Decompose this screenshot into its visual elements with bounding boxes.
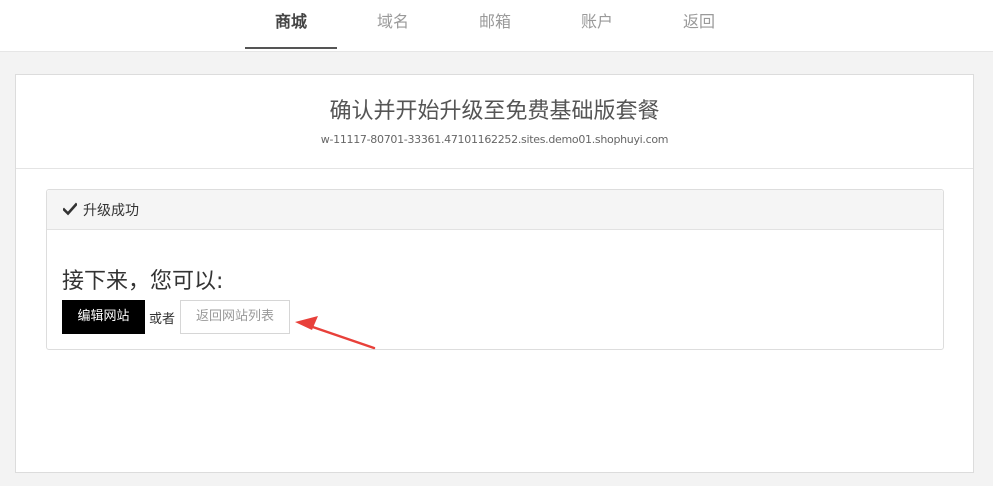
site-domain: w-11117-80701-33361.47101162252.sites.de… (320, 133, 669, 146)
tab-back[interactable]: 返回 (653, 0, 745, 49)
red-arrow-annotation (295, 316, 376, 350)
or-label: 或者 (149, 312, 176, 327)
top-navigation: 商城 域名 邮箱 账户 返回 (0, 0, 993, 52)
edit-website-button[interactable]: 编辑网站 (62, 300, 145, 334)
tab-account[interactable]: 账户 (551, 0, 643, 49)
back-to-site-list-button[interactable]: 返回网站列表 (180, 300, 290, 334)
check-icon (63, 202, 77, 216)
panel-header: 确认并开始升级至免费基础版套餐 w-11117-80701-33361.4710… (16, 75, 973, 169)
tab-mall[interactable]: 商城 (245, 0, 337, 49)
tab-mailbox[interactable]: 邮箱 (449, 0, 541, 49)
card-title: 升级成功 (83, 203, 139, 219)
next-steps-heading: 接下来，您可以: (62, 269, 224, 294)
card-header: 升级成功 (47, 190, 943, 230)
upgrade-panel: 确认并开始升级至免费基础版套餐 w-11117-80701-33361.4710… (15, 74, 974, 473)
page-title: 确认并开始升级至免费基础版套餐 (329, 99, 660, 124)
tab-domain[interactable]: 域名 (347, 0, 439, 49)
success-card: 升级成功 接下来，您可以: 编辑网站 或者 返回网站列表 (46, 189, 944, 350)
